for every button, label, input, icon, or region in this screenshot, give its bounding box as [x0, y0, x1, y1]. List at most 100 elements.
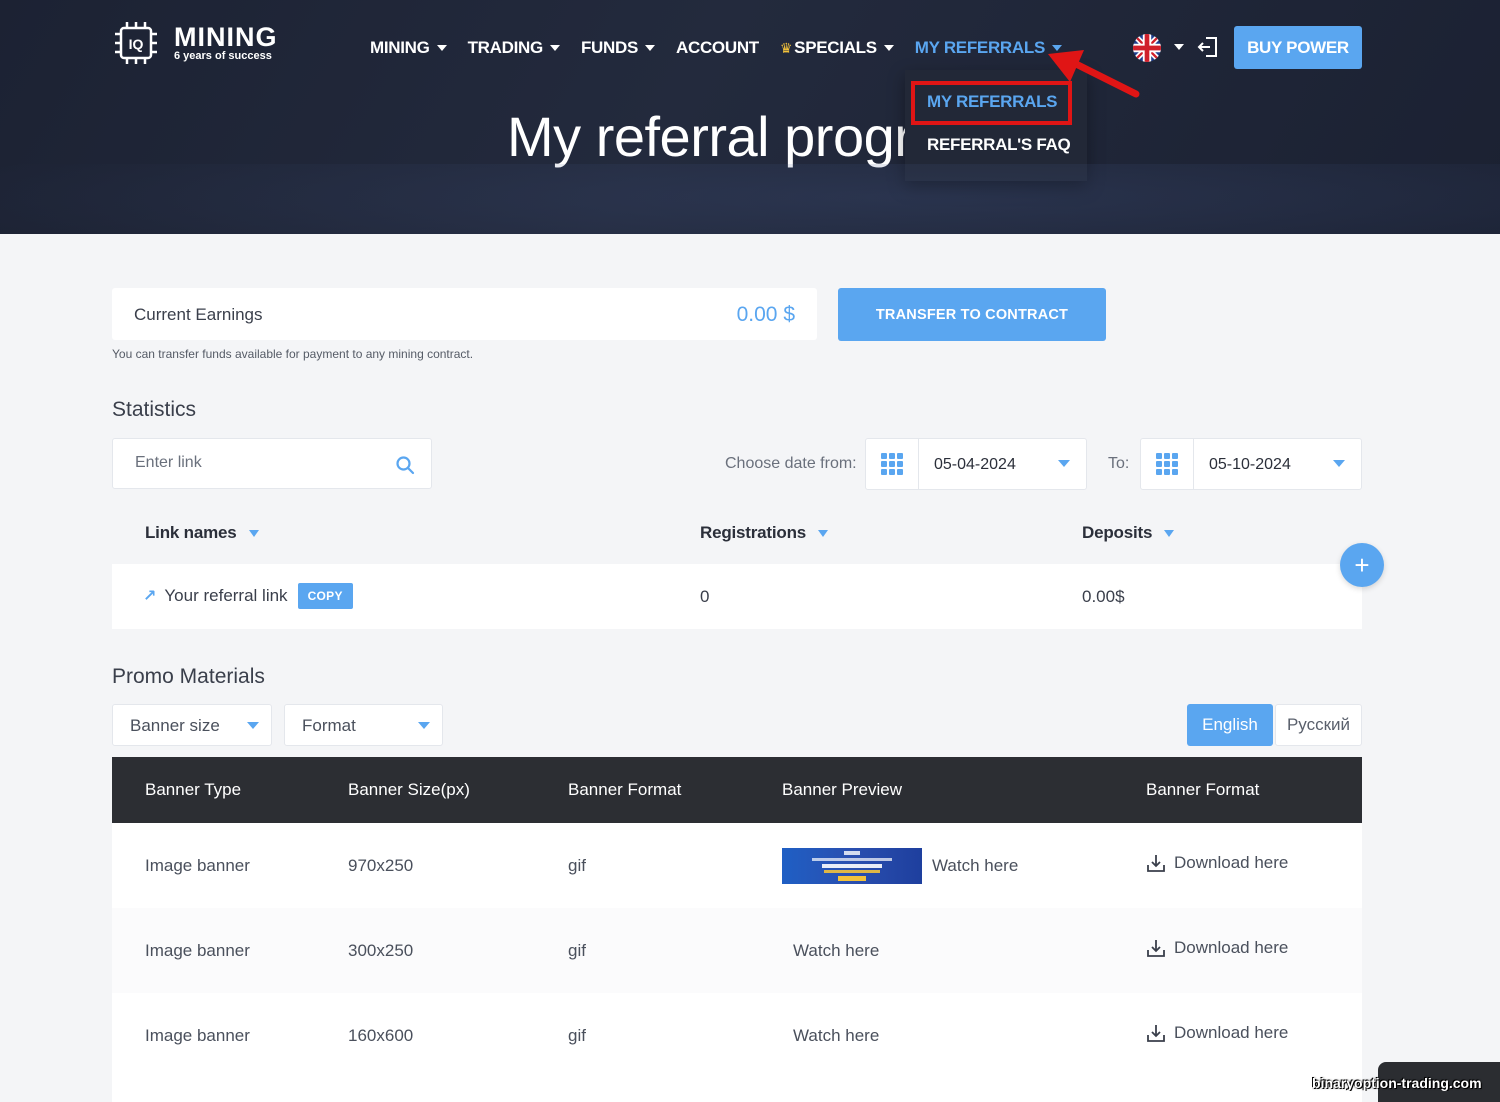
banner-size: 300x250: [348, 941, 414, 960]
column-label: Link names: [145, 523, 237, 542]
earnings-card: Current Earnings 0.00 $: [112, 288, 817, 340]
banner-format: gif: [568, 1026, 586, 1045]
dropdown-referrals-faq[interactable]: REFERRAL'S FAQ: [927, 135, 1071, 155]
column-banner-format: Banner Format: [568, 780, 682, 799]
format-select[interactable]: Format: [284, 704, 443, 746]
logo-name: MINING: [174, 22, 278, 52]
nav-specials[interactable]: ♛ SPECIALS: [780, 38, 894, 58]
download-link[interactable]: Download here: [1146, 938, 1288, 958]
banner-type: Image banner: [145, 856, 250, 875]
watch-here-link[interactable]: Watch here: [793, 1026, 879, 1046]
logo-tagline: 6 years of success: [174, 50, 272, 62]
page-title: My referral progra: [507, 105, 944, 168]
table-row: Image banner 160x600 gif Watch here Down…: [112, 993, 1362, 1078]
format-label: Format: [302, 716, 356, 735]
logo-chip-text: IQ: [129, 36, 144, 52]
caret-down-icon: [436, 45, 447, 51]
language-caret-icon[interactable]: [1174, 44, 1184, 50]
banner-size: 160x600: [348, 1026, 414, 1045]
date-from-picker[interactable]: 05-04-2024: [865, 438, 1087, 490]
link-search-input[interactable]: [135, 454, 385, 472]
chip-icon: IQ: [112, 19, 160, 67]
promo-title: Promo Materials: [112, 665, 265, 688]
add-link-button[interactable]: +: [1340, 543, 1384, 587]
column-label: Deposits: [1082, 523, 1153, 542]
caret-down-icon[interactable]: [1058, 460, 1070, 467]
logout-icon[interactable]: [1196, 35, 1220, 59]
column-registrations[interactable]: Registrations: [700, 523, 829, 543]
caret-down-icon[interactable]: [1333, 460, 1345, 467]
table-header: Banner Type Banner Size(px) Banner Forma…: [112, 757, 1362, 823]
referral-link-name[interactable]: Your referral link: [164, 586, 287, 606]
calendar-grid-icon[interactable]: [866, 439, 919, 489]
download-link[interactable]: Download here: [1146, 1023, 1288, 1043]
column-label: Registrations: [700, 523, 807, 542]
column-link-names[interactable]: Link names: [145, 523, 259, 543]
crown-icon: ♛: [779, 39, 793, 56]
download-label: Download here: [1174, 1023, 1289, 1042]
promo-table: Banner Type Banner Size(px) Banner Forma…: [112, 757, 1362, 1102]
column-banner-type: Banner Type: [145, 780, 242, 799]
plus-icon: +: [1354, 549, 1370, 580]
nav-trading[interactable]: TRADING: [468, 38, 560, 58]
nav-label: TRADING: [467, 38, 544, 57]
earnings-value: 0.00 $: [736, 303, 795, 326]
download-icon: [1147, 1025, 1165, 1042]
column-banner-size: Banner Size(px): [348, 780, 470, 799]
sort-caret-icon: [818, 529, 829, 537]
watermark: binaryoption-trading.com: [1312, 1075, 1482, 1091]
nav-funds[interactable]: FUNDS: [581, 38, 655, 58]
english-button[interactable]: English: [1187, 704, 1273, 746]
nav-label: FUNDS: [580, 38, 638, 57]
nav-account[interactable]: ACCOUNT: [676, 38, 759, 58]
download-icon: [1147, 940, 1165, 957]
watch-here-link[interactable]: Watch here: [793, 941, 879, 961]
caret-down-icon: [549, 45, 560, 51]
caret-down-icon: [645, 45, 655, 51]
external-link-icon: ↗: [143, 588, 157, 605]
watch-here-link[interactable]: Watch here: [932, 856, 1018, 876]
table-row: ↗ Your referral link COPY 0 0.00$: [112, 564, 1362, 629]
nav-mining[interactable]: MINING: [370, 38, 447, 58]
statistics-title: Statistics: [112, 398, 197, 421]
nav-label: ACCOUNT: [676, 38, 759, 57]
header: IQ MINING 6 years of success MINING TRAD…: [0, 0, 1500, 234]
earnings-note: You can transfer funds available for pay…: [112, 347, 474, 361]
caret-down-icon: [883, 45, 894, 51]
banner-format: gif: [568, 856, 586, 875]
table-row: Image banner 300x250 gif Watch here Down…: [112, 908, 1362, 993]
banner-type: Image banner: [145, 941, 250, 960]
table-header: Link names Registrations Deposits: [112, 500, 1362, 564]
column-banner-download: Banner Format: [1146, 780, 1260, 799]
link-search: [112, 438, 432, 489]
sort-caret-icon: [248, 529, 259, 537]
copy-button[interactable]: COPY: [297, 583, 353, 609]
search-icon[interactable]: [395, 455, 415, 475]
nav-label: MINING: [370, 38, 430, 57]
statistics-table: Link names Registrations Deposits ↗ Your…: [112, 500, 1362, 629]
banner-type: Image banner: [145, 1026, 250, 1045]
download-icon: [1147, 855, 1165, 872]
main-nav: MINING TRADING FUNDS ACCOUNT ♛ SPECIALS M…: [370, 36, 1083, 60]
banner-thumbnail[interactable]: [782, 848, 922, 884]
download-label: Download here: [1174, 853, 1289, 872]
deposits-value: 0.00$: [1082, 587, 1125, 606]
caret-down-icon: [247, 722, 259, 729]
banner-size-label: Banner size: [130, 716, 220, 735]
earnings-label: Current Earnings: [134, 305, 263, 324]
buy-power-button[interactable]: BUY POWER: [1234, 26, 1362, 69]
date-from-label: Choose date from:: [725, 455, 857, 472]
date-to-label: To:: [1108, 455, 1130, 472]
download-label: Download here: [1174, 938, 1289, 957]
download-link[interactable]: Download here: [1146, 853, 1288, 873]
banner-size: 970x250: [348, 856, 414, 875]
logo[interactable]: IQ MINING 6 years of success: [112, 18, 282, 68]
caret-down-icon: [418, 722, 430, 729]
russian-button[interactable]: Русский: [1275, 704, 1362, 746]
table-row: Image banner 970x250 gif Watch here Down…: [112, 823, 1362, 908]
column-deposits[interactable]: Deposits: [1082, 523, 1175, 543]
banner-size-select[interactable]: Banner size: [112, 704, 272, 746]
calendar-grid-icon[interactable]: [1141, 439, 1194, 489]
transfer-to-contract-button[interactable]: TRANSFER TO CONTRACT: [838, 288, 1106, 341]
date-to-picker[interactable]: 05-10-2024: [1140, 438, 1362, 490]
